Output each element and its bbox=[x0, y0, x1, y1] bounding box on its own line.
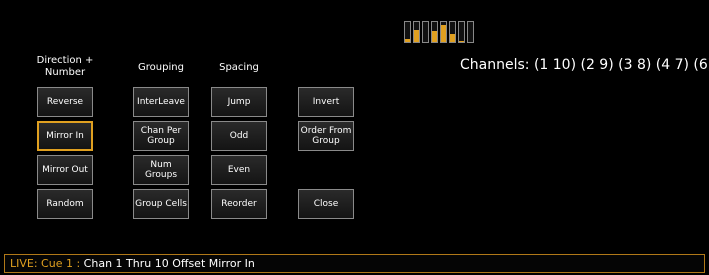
meter-segment bbox=[449, 21, 456, 43]
meter-segment-fill bbox=[450, 34, 455, 42]
random-button[interactable]: Random bbox=[37, 189, 93, 219]
meter-segment-fill bbox=[459, 41, 464, 42]
channel-level-meter bbox=[404, 21, 474, 43]
channels-readout: Channels: (1 10) (2 9) (3 8) (4 7) (6) bbox=[460, 57, 709, 73]
meter-segment-fill bbox=[414, 30, 419, 42]
grouping-header: Grouping bbox=[138, 62, 184, 73]
live-cue-label: LIVE: Cue 1 : bbox=[10, 257, 81, 270]
meter-segment-fill bbox=[405, 39, 410, 42]
meter-segment-fill bbox=[432, 31, 437, 42]
meter-segment bbox=[404, 21, 411, 43]
command-text: Chan 1 Thru 10 Offset Mirror In bbox=[83, 257, 255, 270]
interleave-button[interactable]: InterLeave bbox=[133, 87, 189, 117]
meter-segment bbox=[413, 21, 420, 43]
meter-segment-fill bbox=[441, 25, 446, 42]
order-from-group-button[interactable]: Order From Group bbox=[298, 121, 354, 151]
group-cells-button[interactable]: Group Cells bbox=[133, 189, 189, 219]
meter-segment bbox=[458, 21, 465, 43]
num-groups-button[interactable]: Num Groups bbox=[133, 155, 189, 185]
meter-segment bbox=[431, 21, 438, 43]
invert-button[interactable]: Invert bbox=[298, 87, 354, 117]
mirror-in-button[interactable]: Mirror In bbox=[37, 121, 93, 151]
meter-segment bbox=[467, 21, 474, 43]
odd-button[interactable]: Odd bbox=[211, 121, 267, 151]
meter-segment bbox=[440, 21, 447, 43]
spacing-header: Spacing bbox=[219, 62, 259, 73]
command-line: LIVE: Cue 1 : Chan 1 Thru 10 Offset Mirr… bbox=[4, 254, 705, 273]
even-button[interactable]: Even bbox=[211, 155, 267, 185]
mirror-out-button[interactable]: Mirror Out bbox=[37, 155, 93, 185]
close-button[interactable]: Close bbox=[298, 189, 354, 219]
direction-number-header: Direction + Number bbox=[36, 55, 94, 78]
meter-segment bbox=[422, 21, 429, 43]
jump-button[interactable]: Jump bbox=[211, 87, 267, 117]
reorder-button[interactable]: Reorder bbox=[211, 189, 267, 219]
reverse-button[interactable]: Reverse bbox=[37, 87, 93, 117]
chan-per-group-button[interactable]: Chan Per Group bbox=[133, 121, 189, 151]
